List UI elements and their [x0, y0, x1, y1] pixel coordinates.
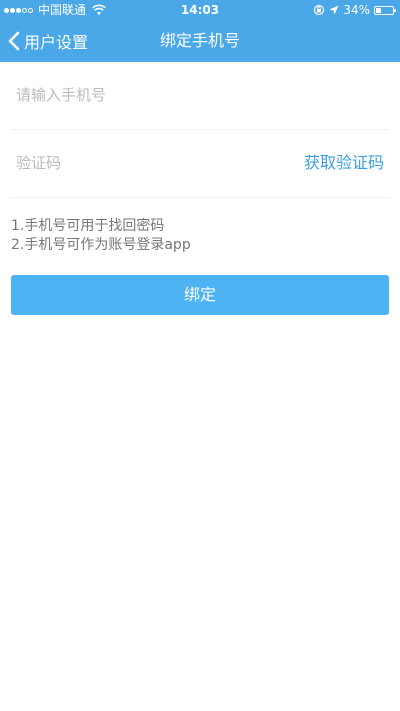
get-code-button[interactable]: 获取验证码 — [304, 130, 384, 196]
bind-phone-screen: 中国联通 14:03 34% 用户设置 绑定手机号 请输入手机号 验证码 获取验… — [0, 0, 400, 711]
back-button[interactable]: 用户设置 — [8, 20, 88, 62]
battery-percent: 34% — [343, 3, 370, 17]
verification-code-input[interactable] — [16, 130, 276, 196]
chevron-left-icon — [8, 31, 20, 51]
code-row: 获取验证码 — [10, 130, 390, 198]
nav-bar: 用户设置 绑定手机号 — [0, 20, 400, 62]
status-right: 34% — [313, 0, 396, 20]
note-item: 2.手机号可作为账号登录app — [11, 237, 191, 253]
battery-icon — [374, 5, 396, 15]
note-item: 1.手机号可用于找回密码 — [11, 218, 165, 234]
status-bar: 中国联通 14:03 34% — [0, 0, 400, 20]
phone-row — [10, 62, 390, 130]
location-arrow-icon — [329, 5, 339, 15]
bind-button[interactable]: 绑定 — [11, 275, 389, 315]
phone-input[interactable] — [16, 62, 376, 128]
orientation-lock-icon — [314, 4, 325, 16]
notes: 1.手机号可用于找回密码 2.手机号可作为账号登录app — [11, 217, 191, 255]
back-label: 用户设置 — [24, 33, 89, 52]
battery-level — [376, 7, 382, 13]
